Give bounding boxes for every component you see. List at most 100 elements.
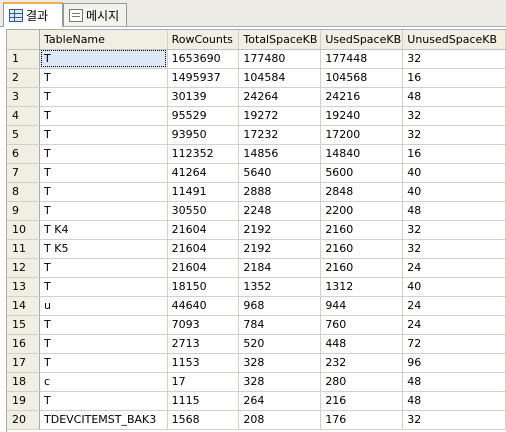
row-number-cell[interactable]: 18 (7, 372, 41, 392)
column-header-tablename[interactable]: TableName (39, 30, 168, 50)
cell-totalspacekb[interactable]: 2192 (238, 239, 322, 259)
cell-totalspacekb[interactable]: 208 (238, 410, 322, 430)
results-grid[interactable]: TableName RowCounts TotalSpaceKB UsedSpa… (6, 29, 506, 432)
corner-cell[interactable] (7, 30, 41, 50)
row-number-cell[interactable]: 15 (7, 315, 41, 335)
cell-rowcounts[interactable]: 112352 (167, 144, 240, 164)
cell-tablename[interactable]: T (39, 391, 168, 411)
cell-usedspacekb[interactable]: 104568 (320, 68, 404, 88)
cell-usedspacekb[interactable]: 448 (320, 334, 404, 354)
tab-results[interactable]: 결과 (3, 2, 63, 27)
cell-unusedspacekb[interactable]: 16 (402, 68, 506, 88)
cell-usedspacekb[interactable]: 176 (320, 410, 404, 430)
column-header-unusedspacekb[interactable]: UnusedSpaceKB (402, 30, 506, 50)
row-number-cell[interactable]: 14 (7, 296, 41, 316)
cell-usedspacekb[interactable]: 232 (320, 353, 404, 373)
cell-unusedspacekb[interactable]: 32 (402, 220, 506, 240)
cell-usedspacekb[interactable]: 2160 (320, 239, 404, 259)
cell-unusedspacekb[interactable]: 40 (402, 182, 506, 202)
cell-unusedspacekb[interactable]: 24 (402, 315, 506, 335)
cell-usedspacekb[interactable]: 760 (320, 315, 404, 335)
row-number-cell[interactable]: 4 (7, 106, 41, 126)
cell-totalspacekb[interactable]: 5640 (238, 163, 322, 183)
cell-unusedspacekb[interactable]: 32 (402, 49, 506, 69)
cell-rowcounts[interactable]: 21604 (167, 239, 240, 259)
column-header-rowcounts[interactable]: RowCounts (167, 30, 240, 50)
table-row[interactable]: 11 T K5 21604 2192 2160 32 (7, 239, 506, 259)
cell-tablename[interactable]: T (39, 182, 168, 202)
row-number-cell[interactable]: 20 (7, 410, 41, 430)
row-number-cell[interactable]: 12 (7, 258, 41, 278)
cell-unusedspacekb[interactable]: 48 (402, 201, 506, 221)
cell-usedspacekb[interactable]: 280 (320, 372, 404, 392)
cell-unusedspacekb[interactable]: 32 (402, 125, 506, 145)
row-number-cell[interactable]: 17 (7, 353, 41, 373)
table-row[interactable]: 12 T 21604 2184 2160 24 (7, 258, 506, 278)
cell-totalspacekb[interactable]: 2248 (238, 201, 322, 221)
cell-tablename[interactable]: T (39, 87, 168, 107)
table-row[interactable]: 4 T 95529 19272 19240 32 (7, 106, 506, 126)
column-header-usedspacekb[interactable]: UsedSpaceKB (320, 30, 404, 50)
cell-usedspacekb[interactable]: 944 (320, 296, 404, 316)
table-row[interactable]: 20 TDEVCITEMST_BAK3 1568 208 176 32 (7, 410, 506, 430)
cell-unusedspacekb[interactable]: 32 (402, 410, 506, 430)
cell-tablename[interactable]: T (39, 125, 168, 145)
cell-tablename[interactable]: c (39, 372, 168, 392)
table-row[interactable]: 17 T 1153 328 232 96 (7, 353, 506, 373)
cell-rowcounts[interactable]: 44640 (167, 296, 240, 316)
cell-usedspacekb[interactable]: 24216 (320, 87, 404, 107)
cell-tablename[interactable]: T (39, 315, 168, 335)
cell-usedspacekb[interactable]: 2200 (320, 201, 404, 221)
cell-tablename[interactable]: T (39, 201, 168, 221)
cell-tablename[interactable]: T (39, 163, 168, 183)
cell-unusedspacekb[interactable]: 24 (402, 296, 506, 316)
row-number-cell[interactable]: 7 (7, 163, 41, 183)
table-row[interactable]: 8 T 11491 2888 2848 40 (7, 182, 506, 202)
cell-tablename[interactable]: T K4 (39, 220, 168, 240)
cell-totalspacekb[interactable]: 264 (238, 391, 322, 411)
cell-usedspacekb[interactable]: 14840 (320, 144, 404, 164)
table-row[interactable]: 5 T 93950 17232 17200 32 (7, 125, 506, 145)
table-row[interactable]: 14 u 44640 968 944 24 (7, 296, 506, 316)
table-row[interactable]: 9 T 30550 2248 2200 48 (7, 201, 506, 221)
cell-rowcounts[interactable]: 7093 (167, 315, 240, 335)
cell-tablename[interactable]: T (39, 144, 168, 164)
cell-rowcounts[interactable]: 17 (167, 372, 240, 392)
cell-totalspacekb[interactable]: 2888 (238, 182, 322, 202)
cell-totalspacekb[interactable]: 968 (238, 296, 322, 316)
cell-unusedspacekb[interactable]: 24 (402, 258, 506, 278)
row-number-cell[interactable]: 9 (7, 201, 41, 221)
cell-usedspacekb[interactable]: 2160 (320, 220, 404, 240)
cell-totalspacekb[interactable]: 14856 (238, 144, 322, 164)
cell-rowcounts[interactable]: 41264 (167, 163, 240, 183)
cell-usedspacekb[interactable]: 17200 (320, 125, 404, 145)
row-number-cell[interactable]: 5 (7, 125, 41, 145)
cell-usedspacekb[interactable]: 2160 (320, 258, 404, 278)
row-number-cell[interactable]: 13 (7, 277, 41, 297)
cell-rowcounts[interactable]: 95529 (167, 106, 240, 126)
cell-tablename[interactable]: T (39, 258, 168, 278)
cell-unusedspacekb[interactable]: 72 (402, 334, 506, 354)
cell-unusedspacekb[interactable]: 40 (402, 163, 506, 183)
tab-messages[interactable]: 메시지 (63, 3, 127, 26)
cell-totalspacekb[interactable]: 328 (238, 353, 322, 373)
cell-rowcounts[interactable]: 1115 (167, 391, 240, 411)
cell-usedspacekb[interactable]: 177448 (320, 49, 404, 69)
cell-unusedspacekb[interactable]: 16 (402, 144, 506, 164)
table-row[interactable]: 13 T 18150 1352 1312 40 (7, 277, 506, 297)
cell-unusedspacekb[interactable]: 32 (402, 239, 506, 259)
row-number-cell[interactable]: 2 (7, 68, 41, 88)
cell-rowcounts[interactable]: 30550 (167, 201, 240, 221)
cell-tablename[interactable]: TDEVCITEMST_BAK3 (39, 410, 168, 430)
table-row[interactable]: 6 T 112352 14856 14840 16 (7, 144, 506, 164)
cell-tablename[interactable]: T (39, 68, 168, 88)
cell-usedspacekb[interactable]: 1312 (320, 277, 404, 297)
row-number-cell[interactable]: 19 (7, 391, 41, 411)
cell-rowcounts[interactable]: 30139 (167, 87, 240, 107)
cell-unusedspacekb[interactable]: 48 (402, 372, 506, 392)
cell-totalspacekb[interactable]: 24264 (238, 87, 322, 107)
row-number-cell[interactable]: 11 (7, 239, 41, 259)
row-number-cell[interactable]: 1 (7, 49, 41, 69)
cell-tablename[interactable]: T (39, 353, 168, 373)
table-row[interactable]: 3 T 30139 24264 24216 48 (7, 87, 506, 107)
